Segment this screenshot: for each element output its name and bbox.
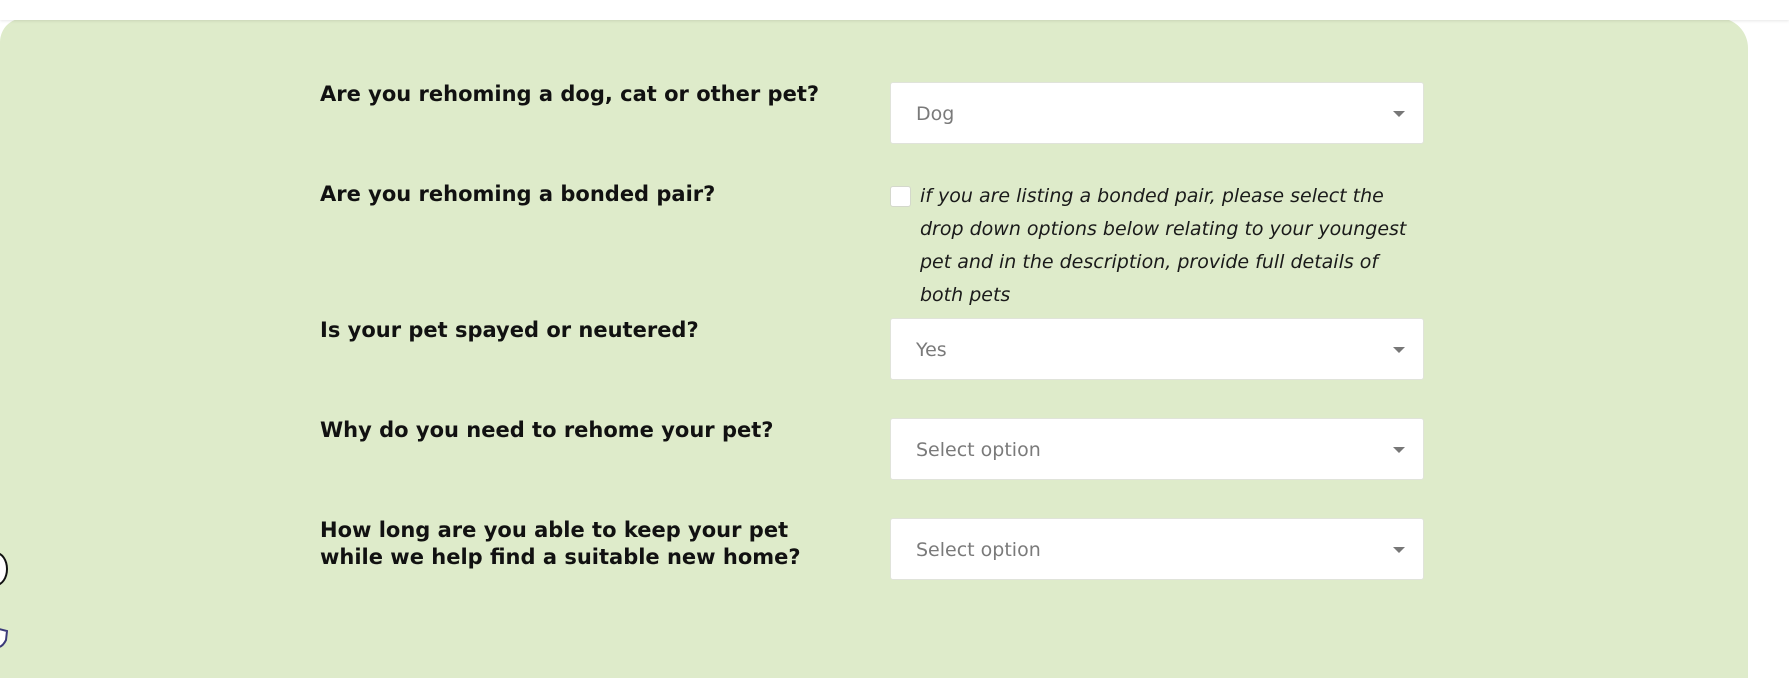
bonded-pair-note: if you are listing a bonded pair, please… bbox=[920, 185, 1407, 306]
chevron-down-icon bbox=[1393, 447, 1405, 453]
keep-duration-question: How long are you able to keep your pet w… bbox=[320, 518, 801, 569]
spayed-select-value: Yes bbox=[916, 339, 947, 361]
bonded-pair-question: Are you rehoming a bonded pair? bbox=[320, 182, 716, 206]
pet-type-question: Are you rehoming a dog, cat or other pet… bbox=[320, 82, 820, 106]
reason-select[interactable]: Select option bbox=[890, 418, 1424, 480]
reason-select-value: Select option bbox=[916, 439, 1041, 461]
pet-type-select[interactable]: Dog bbox=[890, 82, 1424, 144]
form-panel bbox=[0, 18, 1748, 678]
reason-question: Why do you need to rehome your pet? bbox=[320, 418, 774, 442]
chevron-down-icon bbox=[1393, 347, 1405, 353]
bonded-pair-checkbox[interactable] bbox=[890, 186, 911, 207]
keep-duration-select[interactable]: Select option bbox=[890, 518, 1424, 580]
spayed-question: Is your pet spayed or neutered? bbox=[320, 318, 699, 342]
pet-type-select-value: Dog bbox=[916, 103, 955, 125]
chevron-down-icon bbox=[1393, 547, 1405, 553]
shield-icon[interactable] bbox=[0, 628, 8, 648]
chevron-down-icon bbox=[1393, 111, 1405, 117]
keep-duration-select-value: Select option bbox=[916, 539, 1041, 561]
top-header-strip bbox=[0, 0, 1789, 20]
spayed-select[interactable]: Yes bbox=[890, 318, 1424, 380]
